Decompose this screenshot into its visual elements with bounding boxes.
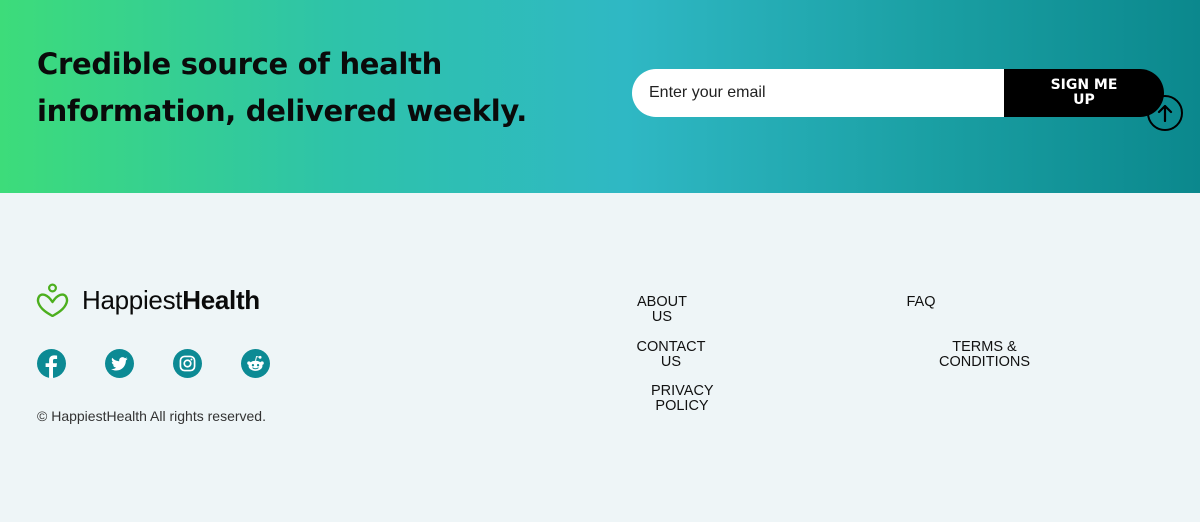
copyright-text: © HappiestHealth All rights reserved.	[37, 408, 266, 424]
logo-wordmark-bold: Health	[182, 284, 260, 315]
email-input[interactable]	[632, 69, 1012, 117]
newsletter-heading-line2: information, delivered weekly.	[37, 94, 528, 128]
facebook-icon	[45, 355, 58, 378]
instagram-link[interactable]	[173, 349, 202, 378]
heart-person-logo-icon	[36, 283, 69, 317]
newsletter-heading-line1: Credible source of health	[37, 47, 442, 81]
reddit-icon	[247, 355, 264, 371]
instagram-icon	[179, 355, 196, 372]
footer: HappiestHealth © HappiestHealth All righ…	[0, 193, 1200, 522]
logo-wordmark: HappiestHealth	[82, 285, 260, 316]
newsletter-banner: Credible source of health information, d…	[0, 0, 1200, 193]
about-us-link[interactable]: ABOUT US	[636, 295, 688, 325]
arrow-up-icon	[1157, 104, 1173, 122]
logo-wordmark-light: Happiest	[82, 284, 183, 315]
twitter-link[interactable]	[105, 349, 134, 378]
privacy-policy-link[interactable]: PRIVACY POLICY	[651, 384, 714, 414]
faq-link[interactable]: FAQ	[906, 295, 936, 310]
contact-us-link[interactable]: CONTACT US	[636, 340, 706, 370]
sign-me-up-button[interactable]: SIGN ME UP	[1004, 69, 1164, 117]
terms-conditions-link[interactable]: TERMS & CONDITIONS	[938, 340, 1031, 370]
facebook-link[interactable]	[37, 349, 66, 378]
newsletter-heading: Credible source of health information, d…	[37, 41, 557, 135]
twitter-icon	[111, 356, 128, 371]
happiesthealth-logo[interactable]: HappiestHealth	[36, 283, 260, 317]
scroll-to-top-button[interactable]	[1147, 95, 1183, 131]
reddit-link[interactable]	[241, 349, 270, 378]
